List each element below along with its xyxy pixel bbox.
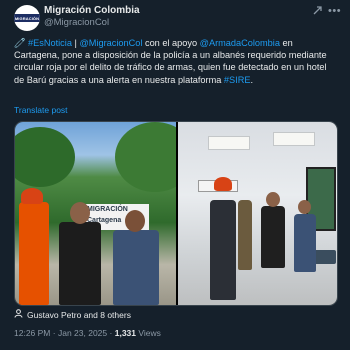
head bbox=[298, 200, 311, 214]
tagged-text: Gustavo Petro and 8 others bbox=[27, 309, 131, 320]
tree bbox=[15, 127, 75, 187]
hashtag-sire[interactable]: #SIRE bbox=[224, 75, 251, 85]
pin-emoji: 🧷 bbox=[14, 38, 26, 48]
avatar[interactable]: MIGRACIÓN bbox=[14, 5, 40, 31]
tweet-meta: 12:26 PM · Jan 23, 2025 · 1,331 Views bbox=[14, 328, 161, 338]
views-count: 1,331 bbox=[114, 328, 137, 338]
translate-post-link[interactable]: Translate post bbox=[14, 105, 68, 115]
person-black-shirt bbox=[59, 222, 101, 305]
meta-dot: · bbox=[109, 328, 113, 338]
head bbox=[70, 202, 90, 224]
grok-icon[interactable] bbox=[312, 5, 323, 19]
head bbox=[125, 210, 145, 232]
post-date[interactable]: Jan 23, 2025 bbox=[58, 328, 107, 338]
author-block: Migración Colombia @MigracionCol bbox=[44, 5, 140, 29]
tree bbox=[115, 122, 176, 192]
officer-orange-vest bbox=[19, 202, 49, 305]
separator: | bbox=[74, 38, 77, 48]
officer-partial bbox=[238, 200, 252, 270]
photo-indoor[interactable] bbox=[178, 122, 337, 305]
hashtag-esnoticia[interactable]: #EsNoticia bbox=[28, 38, 72, 48]
tweet: MIGRACIÓN Migración Colombia @MigracionC… bbox=[0, 0, 350, 350]
officer-dark-uniform bbox=[210, 200, 236, 300]
photo-outdoor[interactable]: MIGRACIÓN Cartagena bbox=[15, 122, 176, 305]
helmet bbox=[21, 188, 43, 204]
officer-blue-shirt bbox=[294, 214, 316, 272]
ceiling-light bbox=[208, 136, 250, 150]
tagged-people[interactable]: Gustavo Petro and 8 others bbox=[14, 309, 131, 320]
tweet-text: 🧷 #EsNoticia | @MigracionCol con el apoy… bbox=[14, 37, 336, 86]
more-icon[interactable]: ••• bbox=[328, 5, 341, 17]
ceiling-light bbox=[273, 132, 315, 146]
post-time[interactable]: 12:26 PM bbox=[14, 328, 50, 338]
person-icon bbox=[14, 309, 23, 320]
mention-migracioncol[interactable]: @MigracionCol bbox=[79, 38, 142, 48]
author-handle[interactable]: @MigracionCol bbox=[44, 17, 140, 29]
mention-armadacolombia[interactable]: @ArmadaColombia bbox=[200, 38, 280, 48]
display-name[interactable]: Migración Colombia bbox=[44, 5, 140, 17]
views-label: Views bbox=[138, 328, 161, 338]
tweet-text-1: con el apoyo bbox=[144, 38, 198, 48]
head bbox=[266, 192, 280, 207]
officer-blue-shirt bbox=[113, 230, 159, 305]
avatar-logo-text: MIGRACIÓN bbox=[14, 15, 40, 21]
media-grid: MIGRACIÓN Cartagena bbox=[14, 121, 338, 306]
helmet bbox=[214, 177, 232, 191]
meta-dot: · bbox=[52, 328, 56, 338]
tweet-text-3: . bbox=[250, 74, 254, 85]
person-black-shirt bbox=[261, 206, 285, 268]
